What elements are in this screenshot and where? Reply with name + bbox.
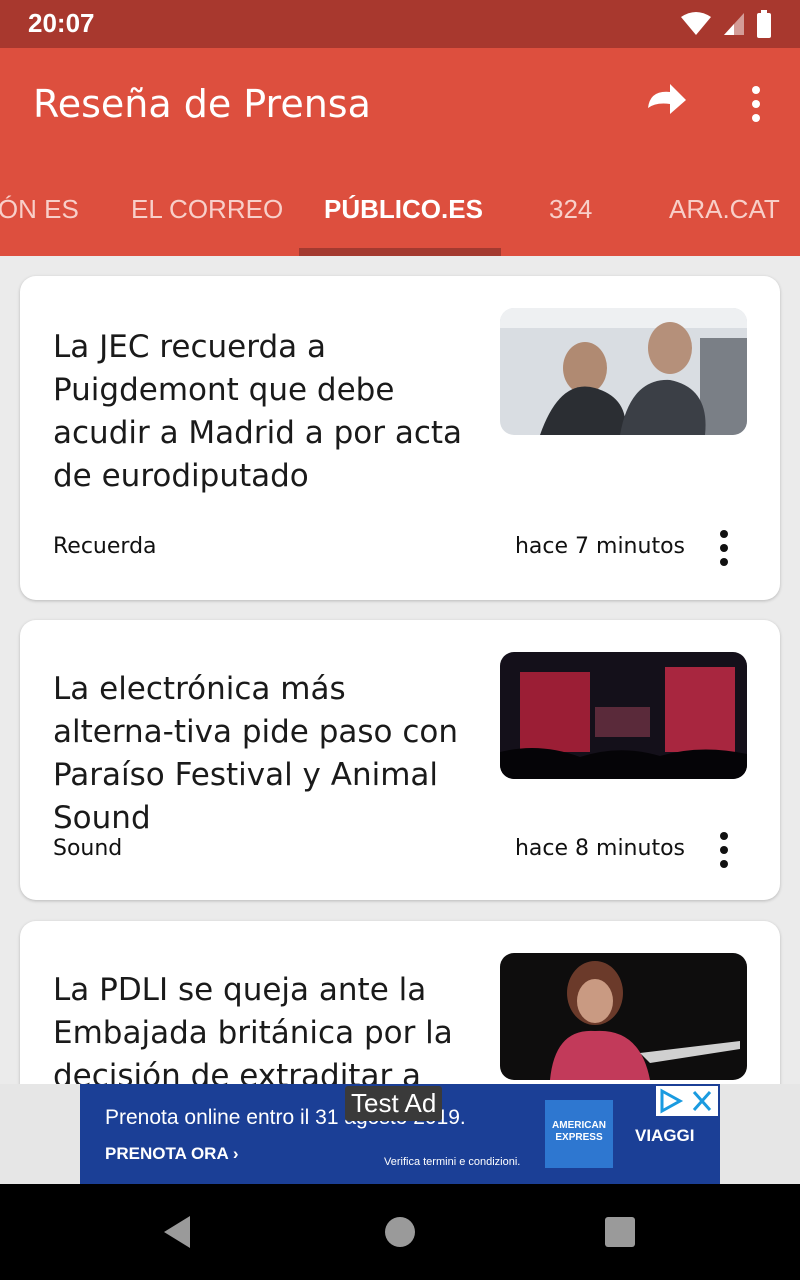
status-time: 20:07	[28, 8, 95, 38]
more-vert-icon[interactable]	[740, 80, 772, 128]
battery-icon	[757, 10, 771, 38]
article-card[interactable]: La PDLI se queja ante la Embajada britán…	[20, 921, 780, 1084]
wifi-icon	[681, 12, 711, 35]
app-title: Reseña de Prensa	[33, 82, 371, 126]
ad-viaggi: VIAGGI	[635, 1126, 695, 1145]
more-vert-icon[interactable]	[712, 830, 736, 870]
tab-razon[interactable]: ZÓN ES	[0, 194, 79, 225]
article-thumbnail	[500, 652, 747, 779]
article-source: Recuerda	[53, 534, 157, 559]
ad-area: Prenota online entro il 31 agosto 2019. …	[0, 1084, 800, 1184]
amex-logo: AMERICAN EXPRESS	[545, 1100, 613, 1168]
source-tabs: ZÓN ES EL CORREO PÚBLICO.ES 324 ARA.CAT	[0, 160, 800, 256]
refresh-icon[interactable]	[640, 78, 692, 130]
article-list[interactable]: La JEC recuerda a Puigdemont que debe ac…	[0, 256, 800, 1084]
article-card[interactable]: La JEC recuerda a Puigdemont que debe ac…	[20, 276, 780, 600]
tab-el-correo[interactable]: EL CORREO	[131, 194, 283, 225]
article-thumbnail	[500, 308, 747, 435]
ad-banner[interactable]: Prenota online entro il 31 agosto 2019. …	[80, 1084, 720, 1184]
test-ad-label: Test Ad	[345, 1086, 443, 1121]
app-bar: Reseña de Prensa	[0, 48, 800, 160]
article-headline: La JEC recuerda a Puigdemont que debe ac…	[53, 329, 463, 494]
tab-324[interactable]: 324	[549, 194, 592, 225]
status-bar: 20:07	[0, 0, 800, 48]
tab-publico[interactable]: PÚBLICO.ES	[324, 194, 483, 225]
article-time: hace 8 minutos	[514, 836, 685, 861]
status-icons	[680, 10, 772, 38]
ad-cta-button[interactable]: PRENOTA ORA ›	[105, 1144, 239, 1164]
chevron-right-icon: ›	[232, 1144, 239, 1163]
article-source: Sound	[53, 836, 123, 861]
back-icon[interactable]	[160, 1214, 196, 1250]
adchoices-icon[interactable]	[656, 1086, 718, 1116]
tab-ara-cat[interactable]: ARA.CAT	[669, 194, 780, 225]
more-vert-icon[interactable]	[712, 528, 736, 568]
article-headline: La electrónica más alterna-tiva pide pas…	[53, 671, 459, 836]
tab-indicator	[299, 248, 501, 256]
ad-terms: Verifica termini e condizioni.	[384, 1156, 521, 1168]
home-icon[interactable]	[384, 1216, 416, 1248]
article-headline: La PDLI se queja ante la Embajada britán…	[53, 972, 453, 1084]
signal-icon	[724, 13, 744, 35]
recents-icon[interactable]	[604, 1216, 636, 1248]
article-thumbnail	[500, 953, 747, 1080]
system-nav-bar	[0, 1184, 800, 1280]
article-time: hace 7 minutos	[514, 534, 685, 559]
article-card[interactable]: La electrónica más alterna-tiva pide pas…	[20, 620, 780, 900]
